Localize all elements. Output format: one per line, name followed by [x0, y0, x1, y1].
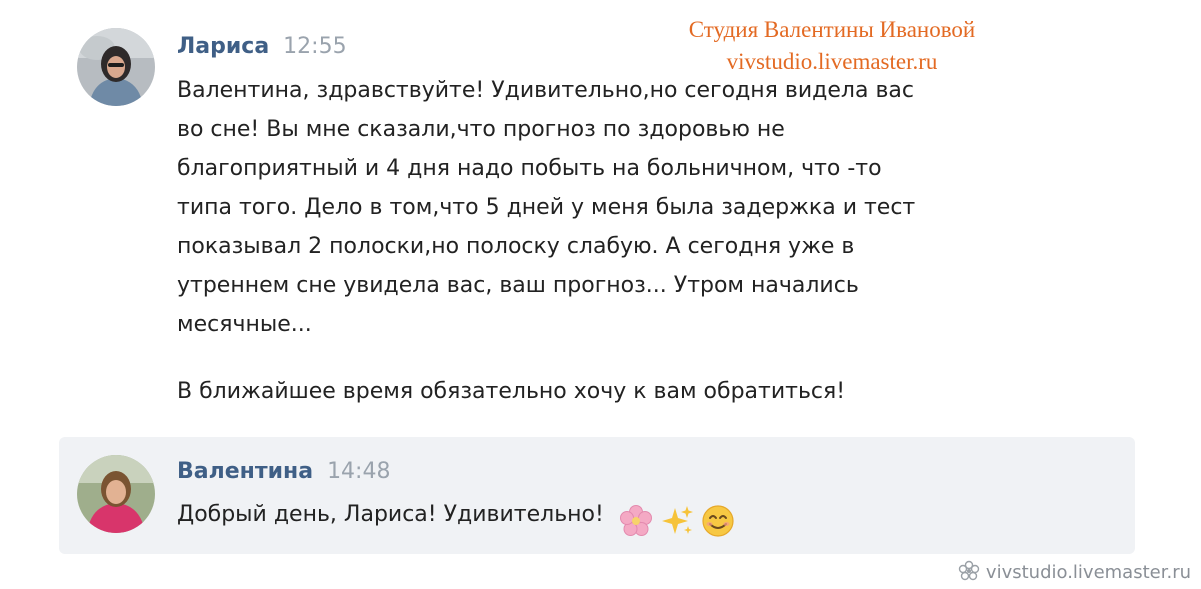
- footer-url[interactable]: vivstudio.livemaster.ru: [986, 562, 1191, 583]
- message-time[interactable]: 12:55: [283, 34, 346, 59]
- message-line: Добрый день, Лариса! Удивительно!: [177, 502, 604, 527]
- message-line: утреннем сне увидела вас, ваш прогноз...…: [177, 273, 859, 298]
- footer-watermark: vivstudio.livemaster.ru: [958, 560, 1191, 583]
- message-time[interactable]: 14:48: [327, 459, 390, 484]
- message-line: во сне! Вы мне сказали,что прогноз по зд…: [177, 117, 785, 142]
- message-line: типа того. Дело в том,что 5 дней у меня …: [177, 195, 916, 220]
- message-line: месячные...: [177, 312, 312, 337]
- sparkles-icon: [661, 506, 693, 534]
- message-line: показывал 2 полоски,но полоску слабую. А…: [177, 234, 855, 259]
- message-text: Добрый день, Лариса! Удивительно!: [177, 495, 735, 540]
- smiling-face-icon: [702, 505, 734, 537]
- message-paragraph: В ближайшее время обязательно хочу к вам…: [177, 379, 846, 404]
- message-header: Валентина 14:48: [177, 459, 390, 484]
- avatar[interactable]: [77, 28, 155, 106]
- author-name[interactable]: Лариса: [177, 34, 269, 59]
- message-line: Валентина, здравствуйте! Удивительно,но …: [177, 78, 914, 103]
- author-name[interactable]: Валентина: [177, 459, 313, 484]
- message-header: Лариса 12:55: [177, 34, 347, 59]
- cherry-blossom-icon: [619, 505, 652, 536]
- emoji-group: [619, 501, 735, 540]
- avatar[interactable]: [77, 455, 155, 533]
- message-line: благоприятный и 4 дня надо побыть на бол…: [177, 156, 882, 181]
- message-valentina: Валентина 14:48 Добрый день, Лариса! Удив…: [59, 437, 1135, 554]
- message-text: Валентина, здравствуйте! Удивительно,но …: [177, 71, 1047, 411]
- flower-logo-icon: [958, 560, 980, 581]
- message-larisa: Лариса 12:55 Валентина, здравствуйте! Уди…: [0, 0, 1201, 430]
